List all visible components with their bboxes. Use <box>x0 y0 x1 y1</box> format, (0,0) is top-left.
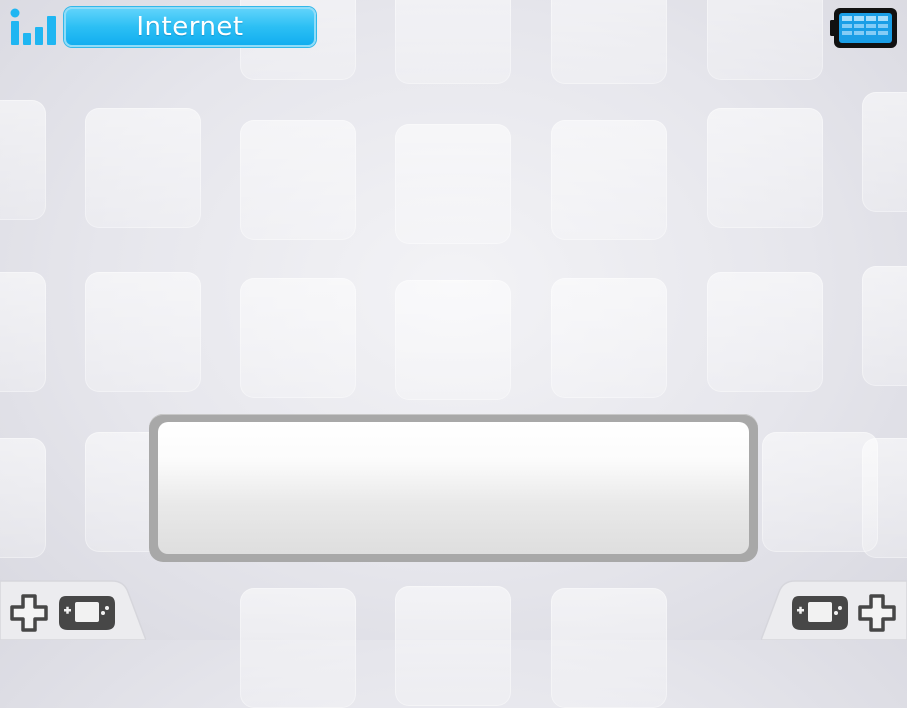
connection-status-badge: Internet <box>64 7 316 47</box>
message-dialog-body <box>158 422 749 554</box>
battery-full-icon <box>830 8 897 48</box>
handheld-console-icon[interactable] <box>791 594 849 632</box>
dpad-icon[interactable] <box>858 594 896 632</box>
message-dialog <box>149 414 758 562</box>
wifi-signal-bars-icon <box>10 8 56 45</box>
handheld-console-icon[interactable] <box>58 594 116 632</box>
dpad-icon[interactable] <box>10 594 48 632</box>
connection-label: Internet <box>136 12 244 42</box>
